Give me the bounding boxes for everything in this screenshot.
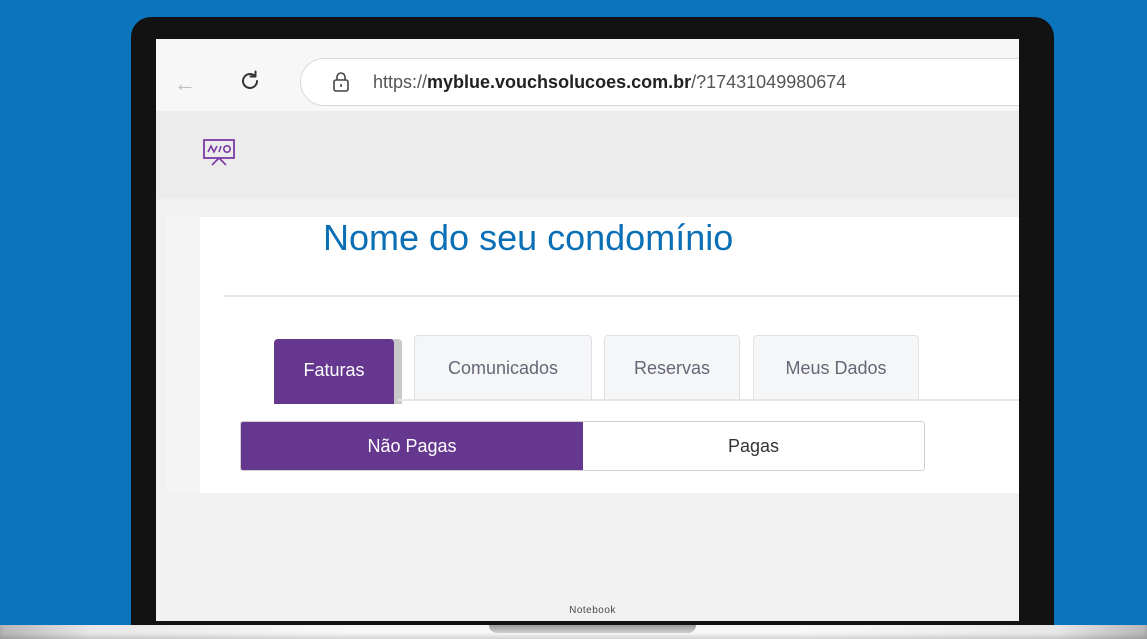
url-path: /?17431049980674 bbox=[691, 72, 847, 92]
lock-icon[interactable] bbox=[331, 71, 351, 93]
url-domain: myblue.vouchsolucoes.com.br bbox=[427, 72, 692, 92]
tab-meus-dados[interactable]: Meus Dados bbox=[753, 335, 919, 400]
filter-pagas-button[interactable]: Pagas bbox=[583, 422, 924, 470]
content-gutter bbox=[166, 217, 200, 493]
payment-status-toggle: Não Pagas Pagas bbox=[240, 421, 925, 471]
reload-icon[interactable] bbox=[238, 69, 262, 93]
back-arrow-icon[interactable]: ← bbox=[174, 73, 196, 95]
address-bar[interactable]: https://myblue.vouchsolucoes.com.br/?174… bbox=[300, 58, 1019, 106]
app-header bbox=[156, 111, 1019, 199]
tab-underline bbox=[398, 399, 1019, 401]
tab-reservas[interactable]: Reservas bbox=[604, 335, 740, 400]
url-scheme: https:// bbox=[373, 72, 428, 92]
page-title: Nome do seu condomínio bbox=[323, 217, 734, 258]
title-divider bbox=[224, 295, 1019, 297]
url-text: https://myblue.vouchsolucoes.com.br/?174… bbox=[373, 72, 846, 93]
filter-nao-pagas-button[interactable]: Não Pagas bbox=[241, 422, 583, 470]
laptop-frame: ← https://myblue.vouchsolucoes.com.br/?1… bbox=[131, 17, 1054, 627]
browser-toolbar: ← https://myblue.vouchsolucoes.com.br/?1… bbox=[156, 39, 1019, 111]
device-label: Notebook bbox=[569, 605, 616, 616]
tab-faturas[interactable]: Faturas bbox=[274, 339, 394, 404]
presentation-board-icon[interactable] bbox=[202, 136, 236, 170]
laptop-notch bbox=[489, 625, 696, 633]
tab-comunicados[interactable]: Comunicados bbox=[414, 335, 592, 400]
screen: ← https://myblue.vouchsolucoes.com.br/?1… bbox=[156, 39, 1019, 621]
